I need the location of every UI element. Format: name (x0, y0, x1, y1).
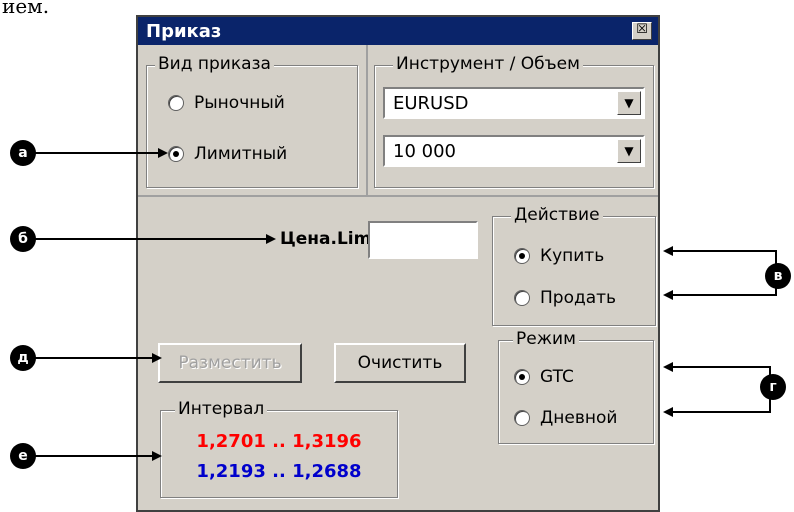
arrow-g (663, 362, 771, 417)
annotation-marker-g: г (760, 374, 786, 400)
annotation-marker-a: а (10, 140, 36, 166)
annotation-marker-v: в (765, 263, 791, 289)
annotation-marker-e: е (10, 443, 36, 469)
annotation-marker-d: д (10, 345, 36, 371)
annotation-marker-b: б (10, 226, 36, 252)
annotation-arrows (31, 148, 777, 461)
arrow-v (663, 246, 777, 300)
